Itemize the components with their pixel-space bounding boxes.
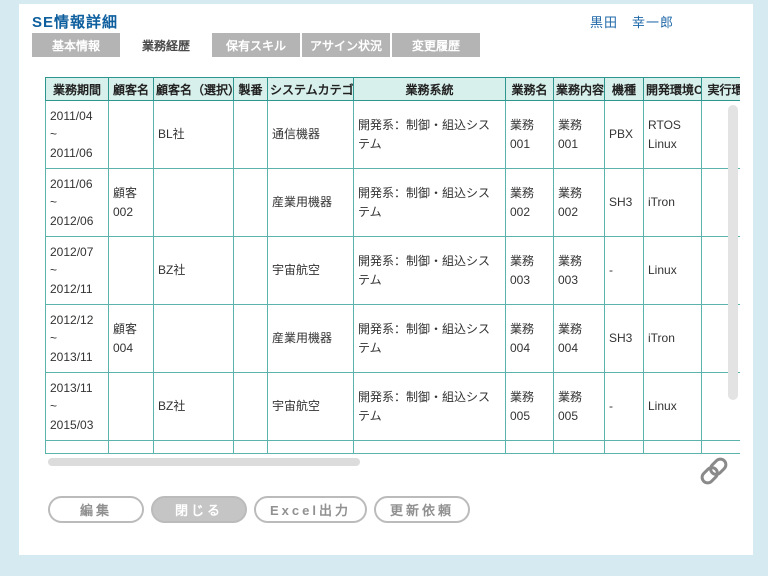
table-cell [605, 441, 644, 454]
column-header: 顧客名（選択） [154, 78, 234, 101]
horizontal-scrollbar-thumb[interactable] [48, 458, 360, 466]
table-row[interactable]: 2012/12 ~ 2013/11顧客004 産業用機器開発系：制御・組込システム… [46, 305, 741, 373]
table-cell [109, 441, 154, 454]
column-header: 開発環境OS [644, 78, 702, 101]
table-cell [506, 441, 554, 454]
footer-button-bar: 編集閉じる Excel出力更新依頼 [48, 496, 470, 523]
page-title: SE情報詳細 [32, 11, 118, 32]
table-cell: 宇宙航空 [268, 237, 354, 305]
table-cell: BZ社 [154, 237, 234, 305]
table-cell: 業務005 [506, 373, 554, 441]
column-header: 業務内容 [554, 78, 605, 101]
table-cell: BZ社 [154, 373, 234, 441]
table-cell [234, 237, 268, 305]
tab-change-history[interactable]: 変更履歴 [392, 33, 480, 57]
table-cell [46, 441, 109, 454]
column-header: 実行環境 [702, 78, 741, 101]
column-header: 機種 [605, 78, 644, 101]
table-cell: 顧客002 [109, 169, 154, 237]
column-header: 製番 [234, 78, 268, 101]
table-cell: 2011/04 ~ 2011/06 [46, 101, 109, 169]
table-cell: Linux [644, 373, 702, 441]
table-cell [154, 305, 234, 373]
table-cell: 業務004 [506, 305, 554, 373]
table-cell [109, 237, 154, 305]
table-cell [702, 441, 741, 454]
work-history-table: 業務期間顧客名顧客名（選択）製番システムカテゴリ業務系統業務名業務内容機種開発環… [45, 77, 740, 454]
table-cell: iTron [644, 169, 702, 237]
table-header-row: 業務期間顧客名顧客名（選択）製番システムカテゴリ業務系統業務名業務内容機種開発環… [46, 78, 741, 101]
work-history-table-scroll-area: 業務期間顧客名顧客名（選択）製番システムカテゴリ業務系統業務名業務内容機種開発環… [45, 77, 740, 455]
tab-bar: 基本情報業務経歴保有スキルアサイン状況変更履歴 [32, 33, 482, 57]
table-cell: 通信機器 [268, 101, 354, 169]
table-cell [554, 441, 605, 454]
tab-assign-status[interactable]: アサイン状況 [302, 33, 390, 57]
table-cell [268, 441, 354, 454]
tab-work-history[interactable]: 業務経歴 [122, 33, 210, 57]
table-cell: 業務003 [506, 237, 554, 305]
table-cell: 2013/11 ~ 2015/03 [46, 373, 109, 441]
column-header: システムカテゴリ [268, 78, 354, 101]
table-cell [234, 101, 268, 169]
table-cell: 業務005 [554, 373, 605, 441]
table-row-partial [46, 441, 741, 454]
close-button[interactable]: 閉じる [151, 496, 247, 523]
excel-export-button[interactable]: Excel出力 [254, 496, 367, 523]
table-cell: Linux [644, 237, 702, 305]
table-cell: 2012/12 ~ 2013/11 [46, 305, 109, 373]
content-panel: SE情報詳細 黒田 幸一郎 基本情報業務経歴保有スキルアサイン状況変更履歴 業務… [19, 4, 753, 555]
table-cell: iTron [644, 305, 702, 373]
table-cell: SH3 [605, 305, 644, 373]
table-cell [109, 101, 154, 169]
table-cell [109, 373, 154, 441]
table-row[interactable]: 2012/07 ~ 2012/11 BZ社宇宙航空開発系：制御・組込システム業務0… [46, 237, 741, 305]
table-row[interactable]: 2011/04 ~ 2011/06 BL社通信機器開発系：制御・組込システム業務0… [46, 101, 741, 169]
table-cell [354, 441, 506, 454]
column-header: 業務名 [506, 78, 554, 101]
column-header: 業務系統 [354, 78, 506, 101]
table-cell: PBX [605, 101, 644, 169]
table-cell: 開発系：制御・組込システム [354, 101, 506, 169]
table-cell: SH3 [605, 169, 644, 237]
update-request-button[interactable]: 更新依頼 [374, 496, 470, 523]
table-cell: - [605, 237, 644, 305]
table-cell [234, 441, 268, 454]
table-cell: 産業用機器 [268, 305, 354, 373]
table-cell: 開発系：制御・組込システム [354, 373, 506, 441]
user-name: 黒田 幸一郎 [590, 12, 674, 31]
tab-owned-skills[interactable]: 保有スキル [212, 33, 300, 57]
table-cell: 業務001 [554, 101, 605, 169]
table-cell: 宇宙航空 [268, 373, 354, 441]
table-cell: - [605, 373, 644, 441]
column-header: 業務期間 [46, 78, 109, 101]
table-cell: 業務002 [554, 169, 605, 237]
tab-basic-info[interactable]: 基本情報 [32, 33, 120, 57]
table-cell [644, 441, 702, 454]
link-icon[interactable] [697, 454, 731, 488]
table-row[interactable]: 2011/06 ~ 2012/06顧客002 産業用機器開発系：制御・組込システム… [46, 169, 741, 237]
table-cell [234, 169, 268, 237]
table-cell: 開発系：制御・組込システム [354, 305, 506, 373]
table-cell: 開発系：制御・組込システム [354, 169, 506, 237]
table-cell: BL社 [154, 101, 234, 169]
table-cell: 2012/07 ~ 2012/11 [46, 237, 109, 305]
table-cell [234, 305, 268, 373]
edit-button[interactable]: 編集 [48, 496, 144, 523]
table-cell: RTOS Linux [644, 101, 702, 169]
table-cell [154, 169, 234, 237]
table-cell: 開発系：制御・組込システム [354, 237, 506, 305]
vertical-scrollbar-thumb[interactable] [728, 105, 738, 400]
table-row[interactable]: 2013/11 ~ 2015/03 BZ社宇宙航空開発系：制御・組込システム業務0… [46, 373, 741, 441]
table-cell: 顧客004 [109, 305, 154, 373]
column-header: 顧客名 [109, 78, 154, 101]
table-cell: 業務004 [554, 305, 605, 373]
table-cell: 産業用機器 [268, 169, 354, 237]
table-cell: 業務002 [506, 169, 554, 237]
table-cell [154, 441, 234, 454]
table-cell: 業務001 [506, 101, 554, 169]
table-cell [234, 373, 268, 441]
table-cell: 業務003 [554, 237, 605, 305]
table-cell: 2011/06 ~ 2012/06 [46, 169, 109, 237]
